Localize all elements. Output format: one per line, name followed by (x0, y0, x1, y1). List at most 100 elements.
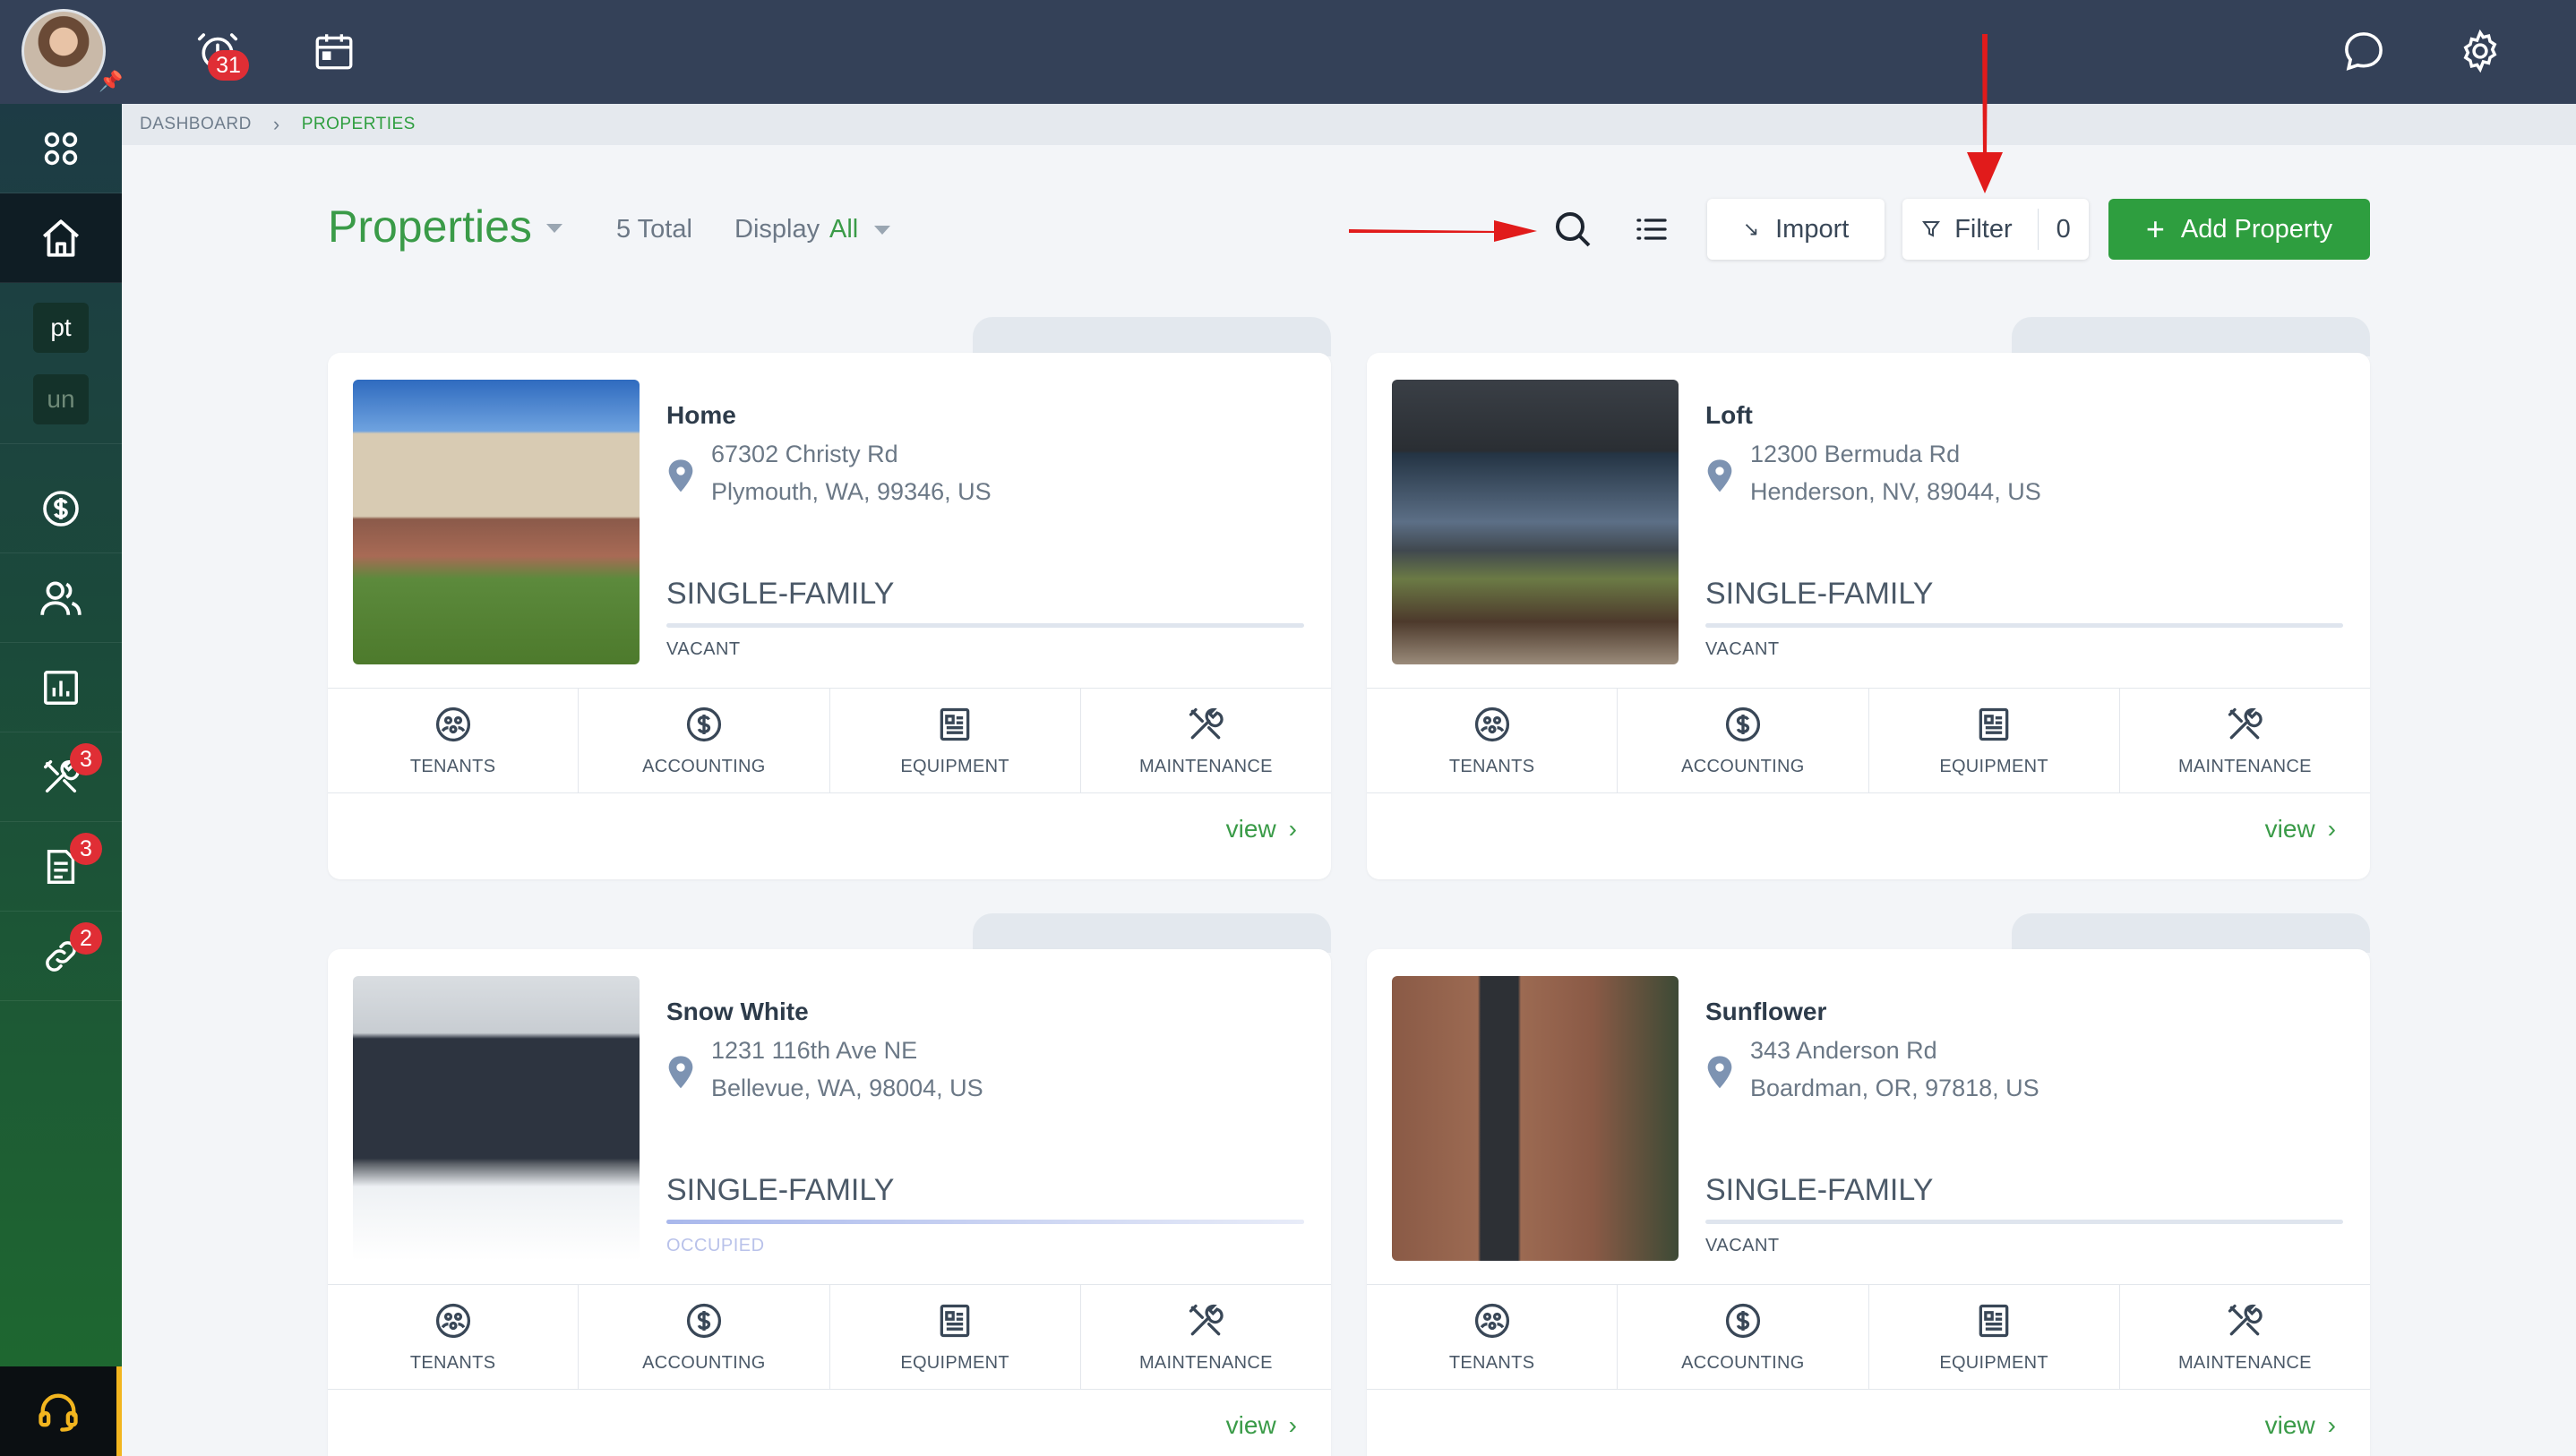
equipment-icon (1979, 1304, 2009, 1337)
chat-icon[interactable] (2332, 20, 2395, 82)
view-link[interactable]: view › (1226, 815, 1297, 844)
tenants-icon (435, 707, 470, 741)
import-button[interactable]: ↘ Import (1707, 199, 1885, 260)
sidebar-item-links[interactable]: 2 (0, 912, 122, 1001)
sidebar-item-home[interactable] (0, 193, 122, 283)
equipment-button[interactable]: EQUIPMENT (1869, 1285, 2120, 1389)
view-link[interactable]: view › (2265, 1411, 2336, 1440)
tenants-button[interactable]: TENANTS (1367, 689, 1619, 792)
chevron-right-icon: › (2327, 1411, 2336, 1439)
tenants-icon (435, 1303, 470, 1338)
sidebar-item-pt[interactable]: pt (33, 302, 89, 353)
equipment-button[interactable]: EQUIPMENT (830, 689, 1081, 792)
equipment-icon (940, 1304, 970, 1337)
card-tab (973, 317, 1331, 356)
card-body: Snow White 1231 116th Ave NE Bellevue, W… (328, 949, 1331, 1456)
tenants-icon (1474, 1303, 1509, 1338)
property-name[interactable]: Snow White (666, 998, 809, 1026)
documents-badge: 3 (70, 833, 102, 865)
map-pin-icon (1707, 1056, 1732, 1089)
caret-down-icon[interactable] (546, 224, 562, 233)
maintenance-button[interactable]: MAINTENANCE (2120, 1285, 2370, 1389)
accounting-button[interactable]: ACCOUNTING (1618, 1285, 1869, 1389)
accounting-button[interactable]: ACCOUNTING (579, 1285, 830, 1389)
tenants-button[interactable]: TENANTS (328, 689, 580, 792)
accounting-button[interactable]: ACCOUNTING (1618, 689, 1869, 792)
maintenance-button[interactable]: MAINTENANCE (2120, 689, 2370, 792)
address-line-2: Henderson, NV, 89044, US (1750, 478, 2041, 505)
sidebar-item-documents[interactable]: 3 (0, 822, 122, 912)
tools-icon (1189, 1304, 1224, 1335)
property-photo[interactable] (353, 976, 640, 1261)
list-view-button[interactable] (1625, 202, 1679, 256)
tenants-icon (1474, 707, 1509, 741)
equipment-icon (1979, 707, 2009, 741)
list-icon (1636, 218, 1667, 240)
view-link[interactable]: view › (1226, 1411, 1297, 1440)
tenants-button[interactable]: TENANTS (1367, 1285, 1619, 1389)
property-type: SINGLE-FAMILY (1705, 1173, 1934, 1207)
users-icon (40, 580, 82, 615)
card-actions: TENANTS ACCOUNTING EQUIPMENT MAINTENANCE (1367, 688, 2370, 793)
support-button[interactable] (0, 1366, 122, 1456)
property-name[interactable]: Home (666, 401, 736, 430)
equipment-button[interactable]: EQUIPMENT (830, 1285, 1081, 1389)
add-property-button[interactable]: + Add Property (2108, 199, 2370, 260)
sidebar-item-reports[interactable] (0, 643, 122, 732)
card-body: Home 67302 Christy Rd Plymouth, WA, 9934… (328, 353, 1331, 879)
import-icon: ↘ (1742, 218, 1760, 240)
dollar-icon (686, 707, 721, 741)
sidebar: pt un 3 3 2 (0, 104, 122, 1456)
sidebar-item-accounting[interactable] (0, 464, 122, 553)
apps-grid-icon (44, 132, 78, 165)
card-actions: TENANTS ACCOUNTING EQUIPMENT MAINTENANCE (328, 1284, 1331, 1390)
filter-icon (1922, 221, 1941, 237)
chevron-right-icon: › (1288, 815, 1297, 843)
caret-down-icon[interactable] (874, 226, 890, 235)
accounting-button[interactable]: ACCOUNTING (579, 689, 830, 792)
property-photo[interactable] (1392, 380, 1679, 664)
search-button[interactable] (1546, 202, 1600, 256)
address-line-1: 1231 116th Ave NE (711, 1037, 918, 1064)
property-status: VACANT (666, 639, 741, 659)
equipment-icon (940, 707, 970, 741)
plus-icon: + (2145, 210, 2165, 247)
sidebar-item-apps[interactable] (0, 104, 122, 193)
sidebar-item-un[interactable]: un (33, 373, 89, 424)
page-title[interactable]: Properties (328, 201, 532, 253)
display-dropdown[interactable]: All (829, 215, 858, 244)
sidebar-item-people[interactable] (0, 553, 122, 643)
tools-icon (2228, 707, 2263, 739)
filter-count: 0 (2037, 209, 2071, 250)
property-photo[interactable] (353, 380, 640, 664)
tenants-button[interactable]: TENANTS (328, 1285, 580, 1389)
maintenance-button[interactable]: MAINTENANCE (1081, 689, 1331, 792)
equipment-button[interactable]: EQUIPMENT (1869, 689, 2120, 792)
gear-icon[interactable] (2449, 20, 2512, 82)
property-status: OCCUPIED (666, 1236, 765, 1255)
breadcrumb-dashboard[interactable]: DASHBOARD (140, 115, 252, 134)
card-body: Loft 12300 Bermuda Rd Henderson, NV, 890… (1367, 353, 2370, 879)
card-body: Sunflower 343 Anderson Rd Boardman, OR, … (1367, 949, 2370, 1456)
breadcrumb-properties: PROPERTIES (301, 115, 416, 133)
filter-button[interactable]: Filter 0 (1902, 199, 2089, 260)
dollar-icon (43, 490, 79, 527)
occupancy-bar (1705, 623, 2343, 628)
user-avatar[interactable] (21, 9, 106, 93)
calendar-icon[interactable] (303, 20, 365, 82)
property-name[interactable]: Sunflower (1705, 998, 1826, 1026)
address-line-2: Plymouth, WA, 99346, US (711, 478, 992, 505)
sidebar-item-maintenance[interactable]: 3 (0, 732, 122, 822)
maintenance-button[interactable]: MAINTENANCE (1081, 1285, 1331, 1389)
links-badge: 2 (70, 922, 102, 955)
occupancy-bar (1705, 1220, 2343, 1224)
view-link[interactable]: view › (2265, 815, 2336, 844)
headset-icon (39, 1393, 78, 1432)
map-pin-icon (1707, 459, 1732, 492)
dollar-icon (686, 1303, 721, 1338)
property-name[interactable]: Loft (1705, 401, 1753, 430)
card-tab (2012, 317, 2370, 356)
display-label: Display (734, 215, 820, 244)
property-photo[interactable] (1392, 976, 1679, 1261)
top-bar: 📌 31 (0, 0, 2576, 104)
